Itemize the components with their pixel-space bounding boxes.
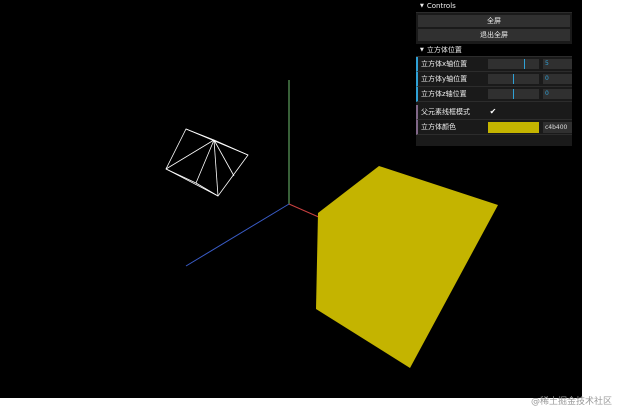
controls-title: Controls — [426, 2, 456, 10]
cube-y-label: 立方体y轴位置 — [421, 75, 468, 83]
cube-y-row: 立方体y轴位置 0 — [416, 72, 572, 87]
folder-arrow-icon: ▼ — [420, 47, 424, 53]
cube-color-swatch[interactable] — [488, 122, 539, 133]
yellow-cube[interactable] — [316, 166, 498, 368]
cube-x-label: 立方体x轴位置 — [421, 60, 468, 68]
fullscreen-button[interactable]: 全屏 — [418, 15, 570, 27]
cube-z-row: 立方体z轴位置 0 — [416, 87, 572, 102]
cube-z-label: 立方体z轴位置 — [421, 90, 467, 98]
cube-x-row: 立方体x轴位置 5 — [416, 57, 572, 72]
wireframe-label: 父元素线框模式 — [421, 108, 470, 116]
cube-z-input[interactable]: 0 — [543, 89, 572, 99]
wireframe-checkbox[interactable]: ✔ — [489, 108, 497, 116]
cube-position-folder[interactable]: ▼ 立方体位置 — [416, 44, 572, 57]
exit-fullscreen-button[interactable]: 退出全屏 — [418, 29, 570, 41]
cube-x-slider[interactable] — [488, 59, 539, 69]
controls-panel: ▼ Controls 全屏 退出全屏 ▼ 立方体位置 立方体x轴位置 5 立方体y轴… — [416, 0, 572, 146]
cube-z-slider[interactable] — [488, 89, 539, 99]
cube-color-row: 立方体颜色 c4b400 — [416, 120, 572, 135]
cube-color-label: 立方体颜色 — [421, 123, 456, 131]
z-axis — [185, 203, 290, 267]
wireframe-pyramid — [165, 128, 249, 197]
controls-header[interactable]: ▼ Controls — [416, 0, 572, 13]
cube-y-input[interactable]: 0 — [543, 74, 572, 84]
folder-title: 立方体位置 — [426, 46, 462, 54]
cube-x-input[interactable]: 5 — [543, 59, 572, 69]
collapse-arrow-icon: ▼ — [420, 3, 424, 9]
watermark: @稀土掘金技术社区 — [531, 397, 613, 407]
wireframe-row: 父元素线框模式 ✔ — [416, 105, 572, 120]
cube-color-input[interactable]: c4b400 — [543, 122, 572, 133]
cube-y-slider[interactable] — [488, 74, 539, 84]
